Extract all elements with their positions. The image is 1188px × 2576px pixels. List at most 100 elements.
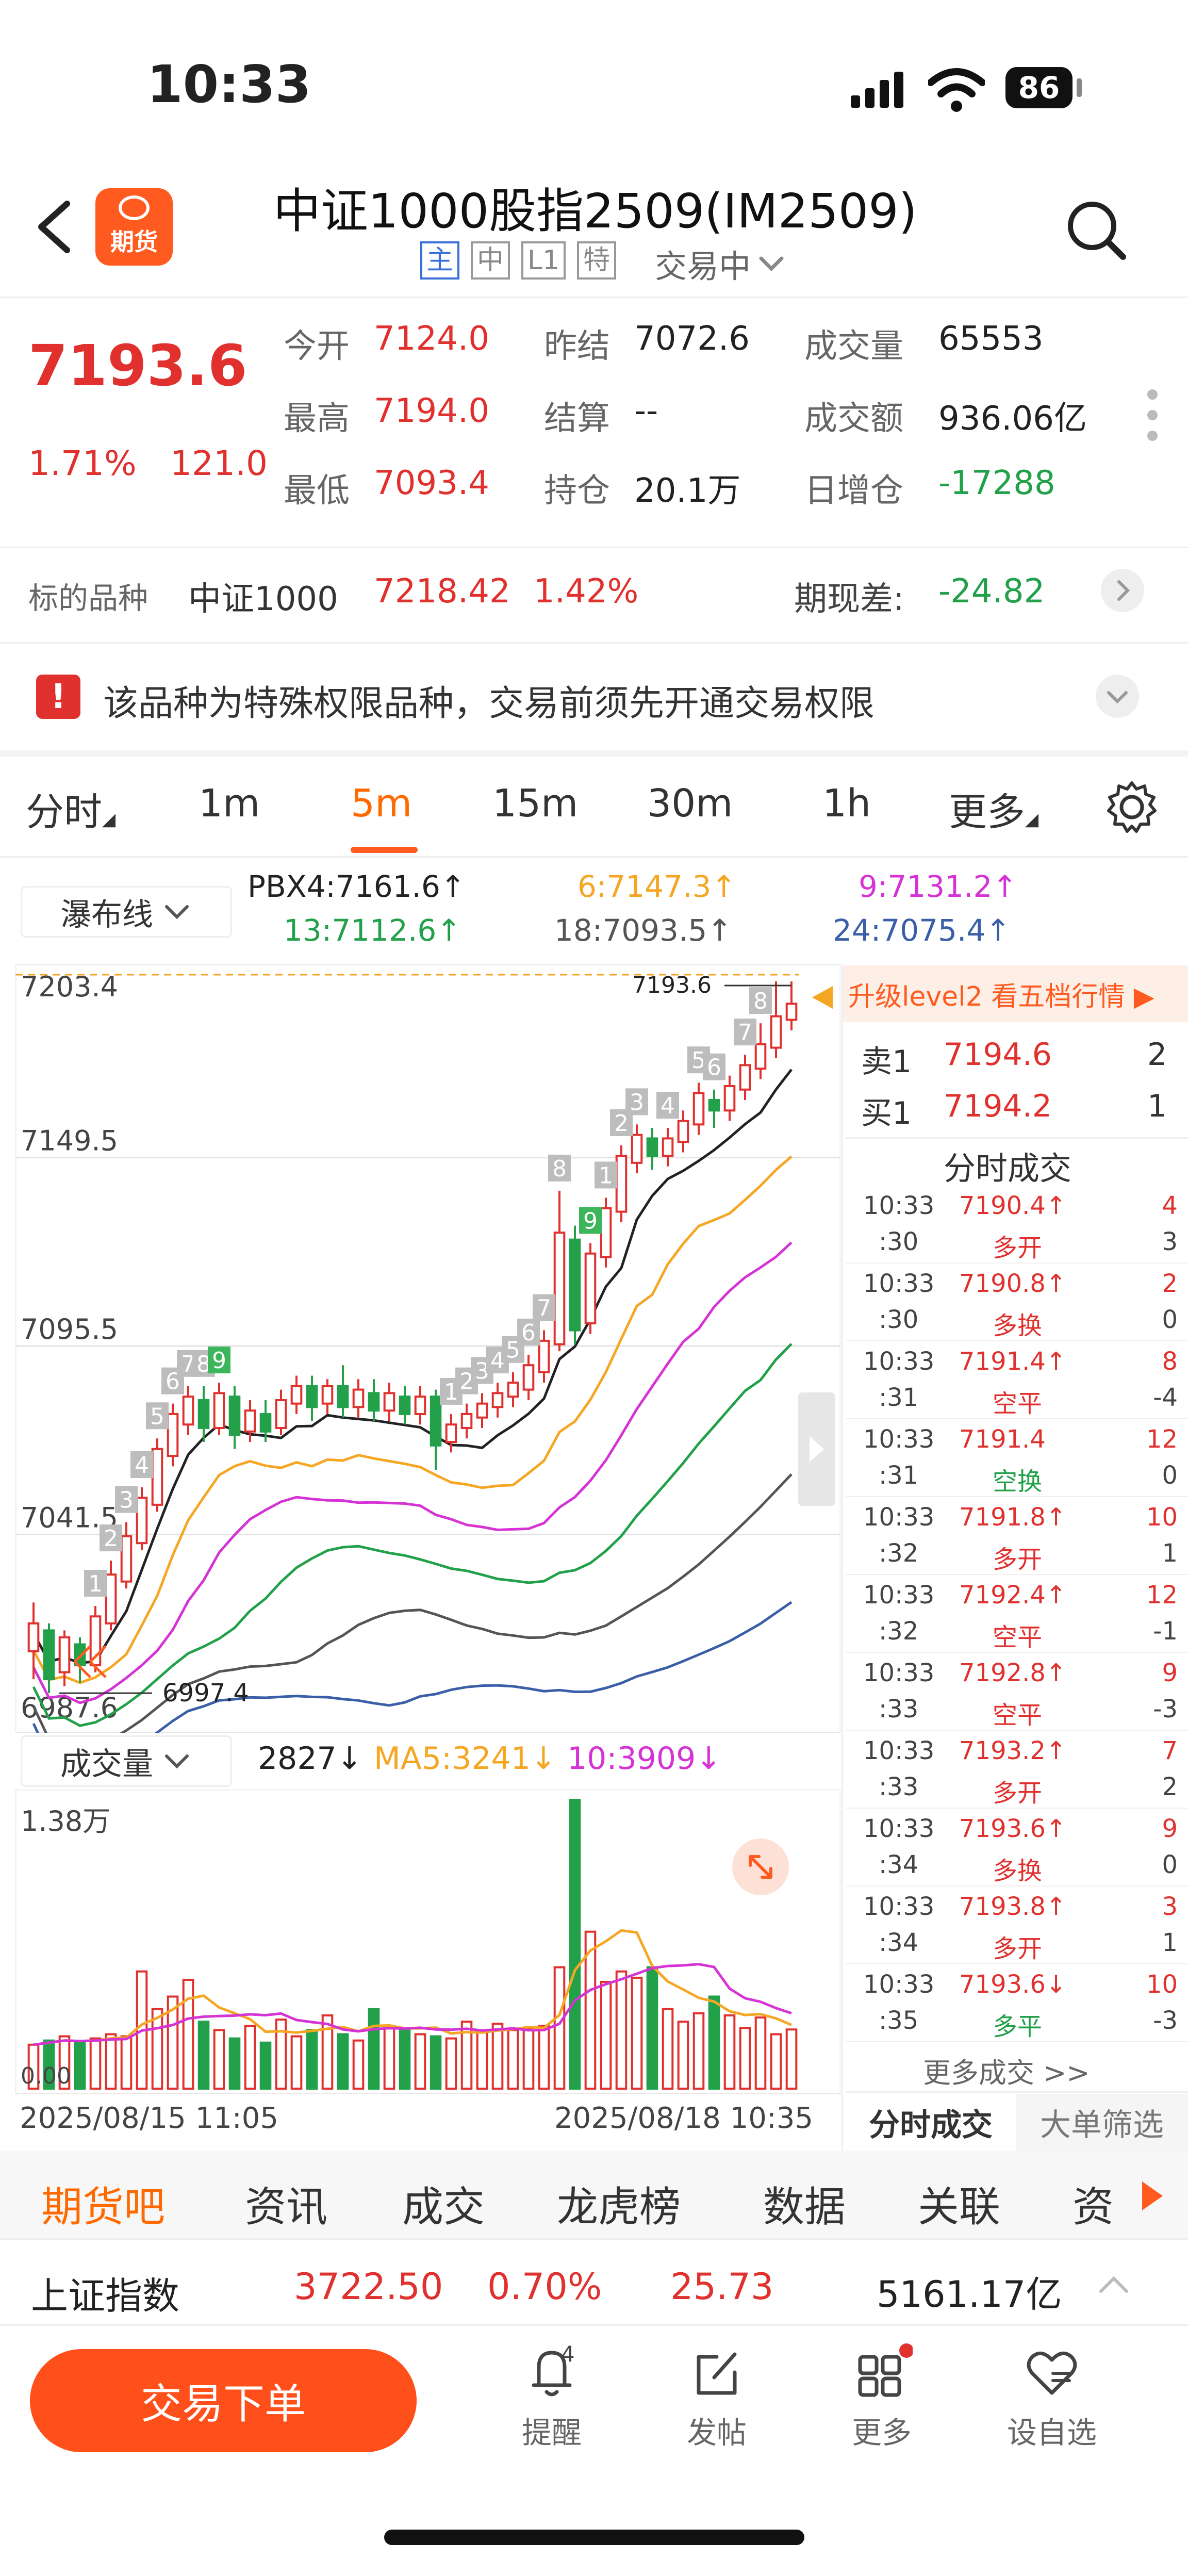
bid1-price: 7194.2 xyxy=(944,1088,1052,1124)
change-percent: 1.71% xyxy=(28,444,137,483)
tab-5m[interactable]: 5m xyxy=(351,781,412,826)
settings-button[interactable] xyxy=(1103,779,1160,838)
candle-body xyxy=(414,1396,426,1415)
underlying-row[interactable]: 标的品种 中证1000 7218.42 1.42% 期现差: -24.82 xyxy=(0,549,1188,642)
fullscreen-button[interactable] xyxy=(732,1839,789,1895)
underlying-name: 中证1000 xyxy=(188,580,338,618)
volume-bar xyxy=(785,2028,798,2090)
volume-selector[interactable]: 成交量 xyxy=(21,1735,232,1787)
ma9-value: 9:7131.2↑ xyxy=(859,869,1017,904)
tab-1m[interactable]: 1m xyxy=(199,781,260,826)
volume-bar xyxy=(708,1995,720,2090)
tab-trades[interactable]: 分时成交 xyxy=(846,2094,1016,2151)
volume-chart[interactable]: 1.38万 0.00 xyxy=(15,1790,840,2094)
kline-chart[interactable]: 7203.47149.57095.57041.56987.61234567 8 91… xyxy=(15,964,840,1733)
more-dots-icon[interactable] xyxy=(1147,389,1158,441)
more-button[interactable]: 更多 xyxy=(830,2341,933,2465)
stat-value: 7124.0 xyxy=(374,320,489,358)
candle-body xyxy=(43,1629,55,1681)
volume-bar xyxy=(507,2029,519,2090)
back-button[interactable] xyxy=(31,196,77,260)
panel-left-border xyxy=(842,964,843,2151)
logo-text: 期货 xyxy=(110,228,158,256)
tab-large-orders[interactable]: 大单筛选 xyxy=(1016,2094,1188,2151)
ma18-value: 18:7093.5↑ xyxy=(554,913,732,948)
indicator-selector[interactable]: 瀑布线 xyxy=(21,886,232,938)
chevron-right-icon xyxy=(810,1436,824,1462)
more-trades-link[interactable]: 更多成交 >> xyxy=(923,2050,1090,2091)
trade-row-divider xyxy=(846,2041,1188,2042)
candle-body xyxy=(522,1364,535,1391)
scroll-right-icon[interactable] xyxy=(1142,2181,1163,2210)
trade-row-divider xyxy=(846,1574,1188,1575)
expand-panel-button[interactable] xyxy=(798,1392,835,1506)
volume-bar xyxy=(244,2025,256,2090)
search-button[interactable] xyxy=(1062,196,1129,265)
trade-order-button[interactable]: 交易下单 xyxy=(30,2349,417,2452)
chevron-left-icon xyxy=(38,201,70,253)
tab-dragon-tiger[interactable]: 龙虎榜 xyxy=(557,2174,681,2234)
index-ticker[interactable]: 上证指数 3722.50 0.70% 25.73 5161.17亿 xyxy=(0,2238,1188,2326)
tab-1h[interactable]: 1h xyxy=(822,781,871,826)
permission-notice[interactable]: ! 该品种为特殊权限品种，交易前须先开通交易权限 xyxy=(0,645,1188,748)
trade-row-divider xyxy=(846,1885,1188,1886)
bid1-qty: 1 xyxy=(1147,1088,1167,1124)
trade-qty: 2 xyxy=(1162,1269,1178,1298)
tab-capital[interactable]: 资 xyxy=(1072,2174,1114,2234)
ma6-value: 6:7147.3↑ xyxy=(578,869,736,904)
underlying-label: 标的品种 xyxy=(28,581,148,616)
trade-oi-change: -3 xyxy=(1153,2006,1178,2035)
logo-mark-icon xyxy=(119,195,150,220)
alert-button[interactable]: 4 提醒 xyxy=(500,2341,603,2465)
candle-body xyxy=(383,1392,395,1412)
chevron-up-icon[interactable] xyxy=(1093,2263,1134,2304)
chevron-down-icon xyxy=(165,905,189,920)
gear-icon xyxy=(1107,781,1157,833)
ask1-label: 卖1 xyxy=(861,1044,912,1080)
tab-news[interactable]: 资讯 xyxy=(245,2174,327,2234)
trade-seconds: :33 xyxy=(879,1695,919,1724)
volume-bar xyxy=(569,1799,581,2090)
ma13-value: 13:7112.6↑ xyxy=(284,913,461,948)
candle-body xyxy=(58,1636,71,1673)
trade-status[interactable]: 交易中 xyxy=(655,240,787,287)
trade-order-label: 交易下单 xyxy=(141,2380,306,2428)
seq-label: 9 xyxy=(212,1348,226,1374)
volume-bar xyxy=(290,2035,303,2090)
level2-banner[interactable]: 升级level2 看五档行情 ▶ xyxy=(843,965,1188,1022)
wifi-icon xyxy=(927,67,986,116)
heart-icon xyxy=(1027,2351,1077,2395)
volume-bar xyxy=(74,2041,86,2090)
tab-futures-bar[interactable]: 期货吧 xyxy=(41,2174,165,2234)
tab-deals[interactable]: 成交 xyxy=(402,2174,485,2234)
tab-data[interactable]: 数据 xyxy=(763,2174,846,2234)
home-indicator xyxy=(384,2530,804,2545)
trade-oi-change: 2 xyxy=(1162,1773,1178,1801)
trade-price: 7191.4↑ xyxy=(959,1347,1067,1376)
candle-body xyxy=(723,1085,736,1112)
volume-bar xyxy=(306,2029,318,2090)
stat-value: -17288 xyxy=(938,464,1055,502)
tab-30m[interactable]: 30m xyxy=(647,781,733,826)
candle-body xyxy=(460,1413,473,1429)
tab-fenshi[interactable]: 分时◢ xyxy=(26,781,116,836)
candle-body xyxy=(275,1399,287,1429)
index-price: 3722.50 xyxy=(294,2266,443,2308)
add-watchlist-button[interactable]: 设自选 xyxy=(1000,2341,1103,2465)
candle-body xyxy=(290,1385,303,1405)
volume-selector-label: 成交量 xyxy=(60,1746,153,1782)
notice-text: 该品种为特殊权限品种，交易前须先开通交易权限 xyxy=(103,683,875,724)
trade-price: 7193.6↓ xyxy=(959,1970,1067,1999)
tab-related[interactable]: 关联 xyxy=(918,2174,1000,2234)
candle-body xyxy=(754,1043,767,1070)
trade-row-divider xyxy=(846,1496,1188,1497)
post-button[interactable]: 发帖 xyxy=(665,2341,768,2465)
index-change: 25.73 xyxy=(670,2266,774,2308)
tab-more[interactable]: 更多◢ xyxy=(949,781,1038,836)
volume-bar xyxy=(754,2016,767,2090)
tab-15m[interactable]: 15m xyxy=(492,781,578,826)
trade-type: 多开 xyxy=(993,1234,1043,1262)
seq-label: 2 xyxy=(104,1525,118,1552)
trade-time: 10:33 xyxy=(863,1425,935,1454)
volume-bar xyxy=(275,2019,287,2090)
